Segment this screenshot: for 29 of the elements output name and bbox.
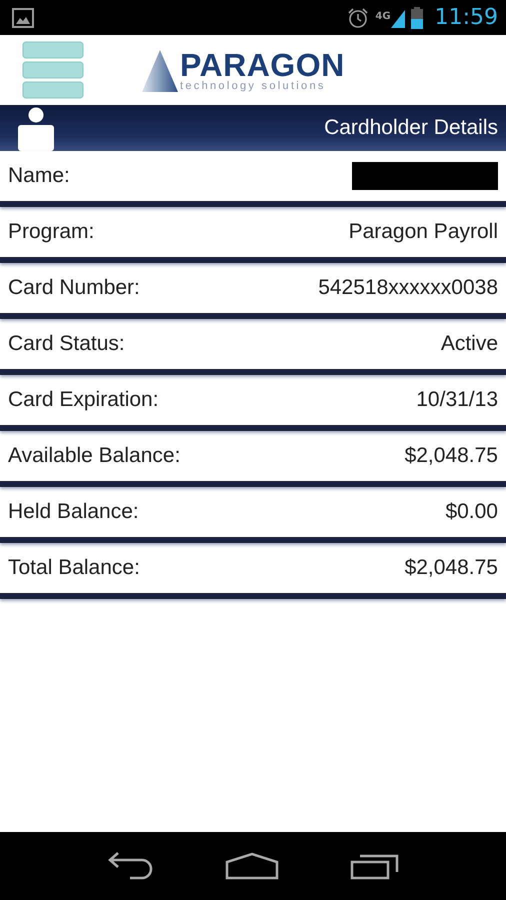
field-label: Name: [8, 164, 70, 188]
field-label: Total Balance: [8, 556, 140, 580]
recent-apps-icon[interactable] [350, 852, 400, 880]
back-icon[interactable] [106, 852, 154, 880]
screen-title: Cardholder Details [324, 116, 498, 140]
network-label: 4G [375, 11, 391, 22]
field-label: Card Status: [8, 332, 125, 356]
logo-tagline: technology solutions [180, 80, 327, 92]
field-label: Card Expiration: [8, 388, 159, 412]
field-label: Held Balance: [8, 500, 139, 524]
field-value: $2,048.75 [404, 556, 498, 580]
field-label: Available Balance: [8, 444, 180, 468]
field-value: 542518xxxxxx0038 [318, 276, 498, 300]
alarm-icon [347, 6, 370, 28]
logo-name: PARAGON [180, 48, 345, 80]
person-icon [16, 107, 56, 151]
clock-time: 11:59 [434, 5, 498, 30]
field-value: $2,048.75 [404, 444, 498, 468]
battery-icon [410, 6, 423, 28]
signal-icon [390, 8, 405, 28]
pyramid-icon [142, 50, 178, 92]
home-icon[interactable] [224, 852, 279, 880]
field-value: Active [440, 332, 498, 356]
field-label: Program: [8, 220, 94, 244]
field-label: Card Number: [8, 276, 140, 300]
field-value: $0.00 [445, 500, 498, 524]
picture-notification-icon [12, 8, 34, 28]
field-value: Paragon Payroll [348, 220, 498, 244]
field-value: 10/31/13 [416, 388, 498, 412]
